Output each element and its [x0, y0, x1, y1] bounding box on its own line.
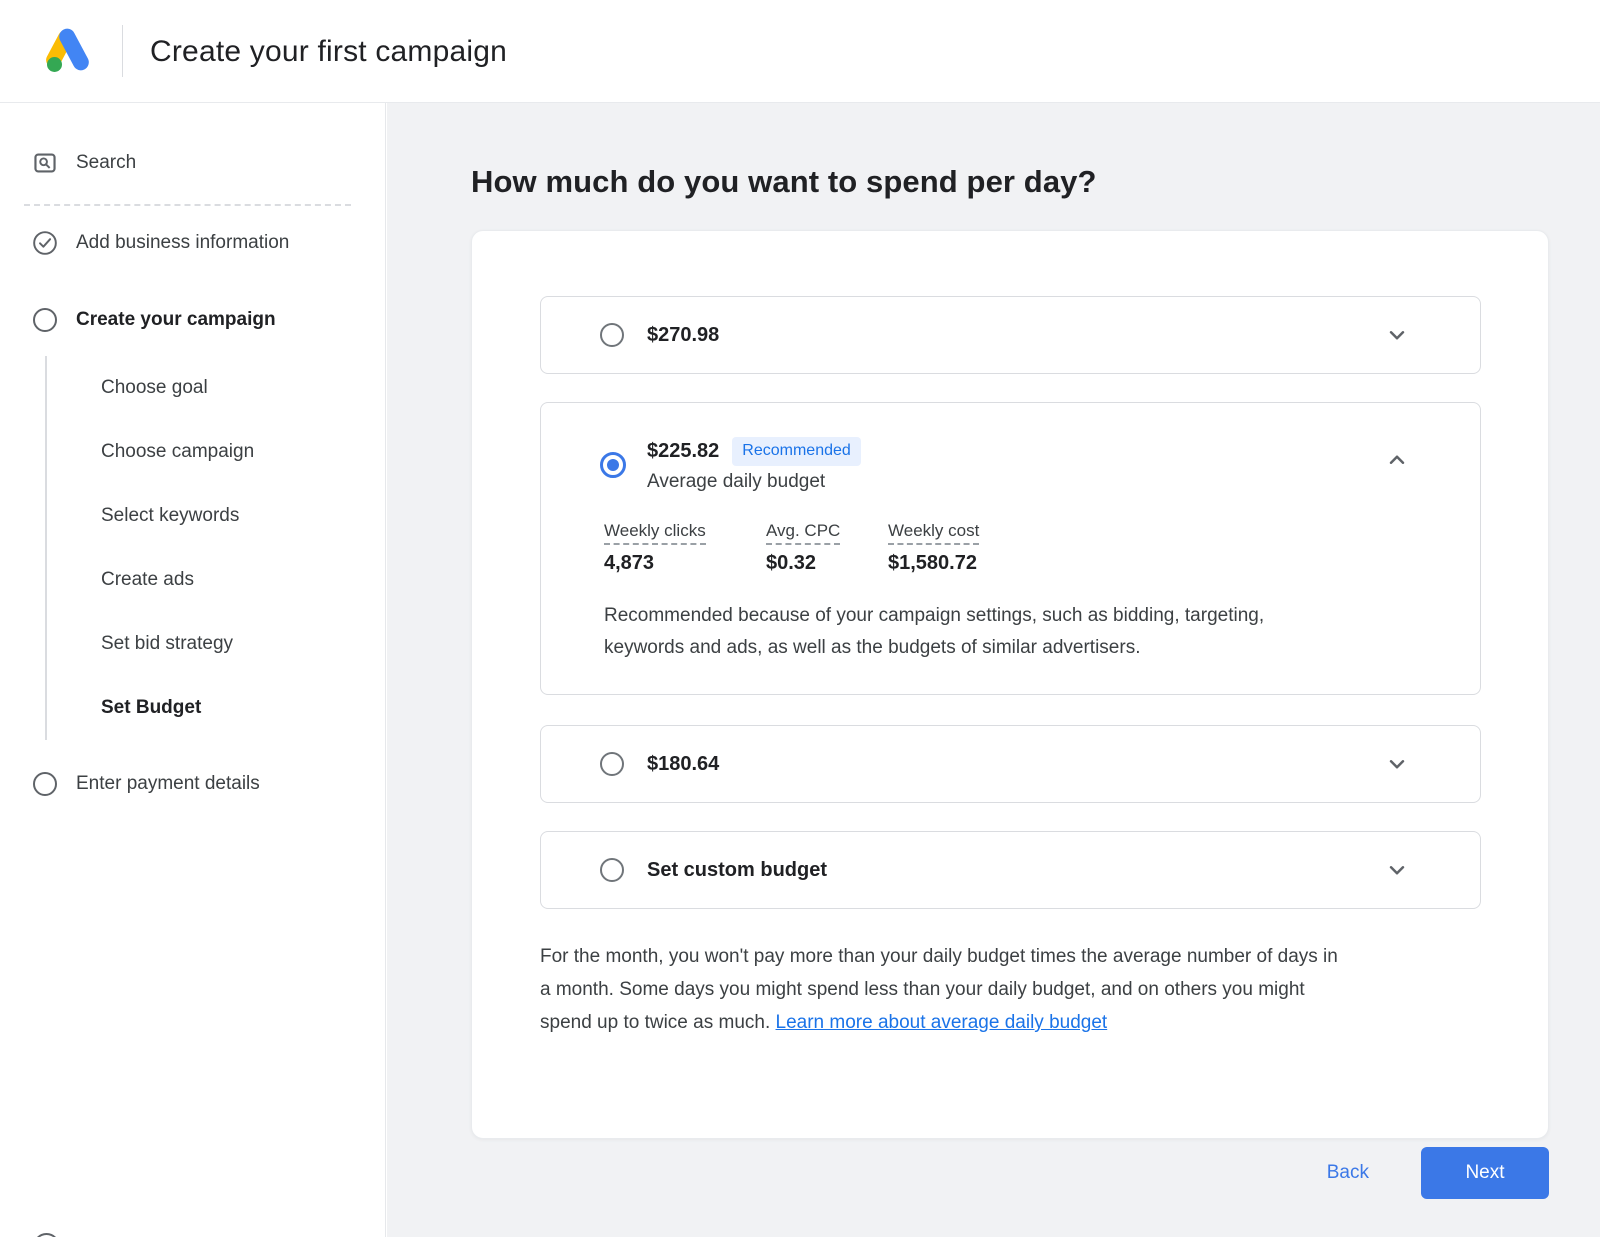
circle-icon — [33, 1233, 60, 1237]
search-icon — [32, 150, 58, 176]
recommendation-description: Recommended because of your campaign set… — [604, 600, 1294, 664]
chevron-down-icon[interactable] — [1384, 322, 1410, 348]
header-divider — [122, 25, 123, 77]
question-heading: How much do you want to spend per day? — [471, 160, 1600, 204]
stat-value: $1,580.72 — [888, 552, 979, 575]
chevron-down-icon[interactable] — [1384, 751, 1410, 777]
budget-amount: Set custom budget — [647, 859, 827, 882]
stat-value: $0.32 — [766, 552, 850, 575]
sidebar: Search Add business information Create y… — [0, 103, 386, 1237]
app-header: Create your first campaign — [0, 0, 1600, 103]
next-button[interactable]: Next — [1421, 1147, 1549, 1199]
budget-option-high[interactable]: $270.98 — [540, 296, 1481, 374]
sidebar-subitem-choose-goal[interactable]: Choose goal — [101, 356, 385, 420]
radio-button[interactable] — [600, 752, 624, 776]
sidebar-item-add-business-information[interactable]: Add business information — [0, 219, 385, 267]
sidebar-dashed-divider — [24, 204, 351, 206]
budget-footnote: For the month, you won't pay more than y… — [540, 940, 1345, 1138]
recommended-badge: Recommended — [732, 437, 861, 466]
stat-weekly-cost: Weekly cost $1,580.72 — [888, 521, 979, 575]
sidebar-subitem-set-budget[interactable]: Set Budget — [101, 676, 385, 740]
radio-button-selected[interactable] — [600, 452, 626, 478]
learn-more-link[interactable]: Learn more about average daily budget — [776, 1012, 1108, 1033]
sidebar-subitem-create-ads[interactable]: Create ads — [101, 548, 385, 612]
sidebar-item-enter-payment-details[interactable]: Enter payment details — [0, 760, 385, 808]
sidebar-item-label: Enter payment details — [76, 773, 260, 795]
stat-label: Avg. CPC — [766, 521, 840, 545]
page-title: Create your first campaign — [150, 0, 507, 103]
sidebar-item-label: Add business information — [76, 232, 289, 254]
budget-card: $270.98 $225.82 Recommended Average dail… — [471, 230, 1549, 1139]
stat-label: Weekly clicks — [604, 521, 706, 545]
google-ads-logo-icon — [46, 26, 90, 74]
budget-subtitle: Average daily budget — [647, 471, 861, 493]
sidebar-subitem-choose-campaign[interactable]: Choose campaign — [101, 420, 385, 484]
sidebar-item-create-your-campaign[interactable]: Create your campaign — [0, 296, 385, 344]
radio-button[interactable] — [600, 858, 624, 882]
check-circle-icon — [32, 230, 58, 256]
stat-value: 4,873 — [604, 552, 726, 575]
budget-option-low[interactable]: $180.64 — [540, 725, 1481, 803]
main-content: How much do you want to spend per day? $… — [387, 103, 1600, 1237]
selected-option-text: $225.82 Recommended Average daily budget — [647, 436, 861, 493]
budget-amount: $180.64 — [647, 753, 719, 776]
stat-label: Weekly cost — [888, 521, 979, 545]
budget-stats: Weekly clicks 4,873 Avg. CPC $0.32 Weekl… — [604, 521, 1480, 575]
stat-avg-cpc: Avg. CPC $0.32 — [766, 521, 850, 575]
chevron-up-icon[interactable] — [1384, 447, 1410, 473]
stat-weekly-clicks: Weekly clicks 4,873 — [604, 521, 726, 575]
sidebar-item-label: Search — [76, 152, 136, 174]
budget-option-custom[interactable]: Set custom budget — [540, 831, 1481, 909]
sidebar-item-search[interactable]: Search — [0, 139, 385, 187]
chevron-down-icon[interactable] — [1384, 857, 1410, 883]
budget-amount: $225.82 — [647, 440, 719, 463]
back-button[interactable]: Back — [1327, 1162, 1369, 1184]
circle-icon — [32, 307, 58, 333]
sidebar-subitem-select-keywords[interactable]: Select keywords — [101, 484, 385, 548]
wizard-actions: Back Next — [471, 1147, 1549, 1199]
logo-green-dot — [47, 57, 62, 72]
circle-icon — [32, 771, 58, 797]
budget-amount: $270.98 — [647, 324, 719, 347]
sidebar-item-label: Create your campaign — [76, 309, 276, 331]
budget-option-recommended[interactable]: $225.82 Recommended Average daily budget… — [540, 402, 1481, 695]
radio-button[interactable] — [600, 323, 624, 347]
sidebar-subitem-set-bid-strategy[interactable]: Set bid strategy — [101, 612, 385, 676]
selected-option-header: $225.82 Recommended Average daily budget — [541, 436, 1480, 493]
campaign-substeps: Choose goal Choose campaign Select keywo… — [45, 356, 385, 740]
